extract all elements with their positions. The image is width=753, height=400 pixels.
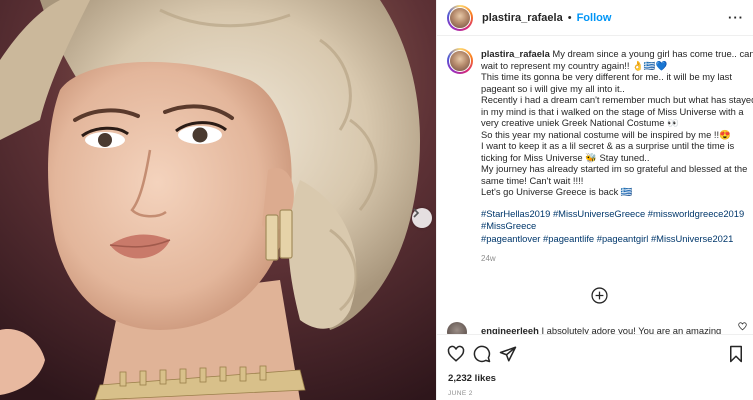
- caption-line: Let's go Universe Greece is back 🇬🇷: [481, 186, 633, 197]
- share-icon[interactable]: [499, 345, 517, 363]
- post-photo: [0, 0, 436, 400]
- hashtag-link[interactable]: #pageantlife: [543, 233, 594, 244]
- caption-line: ticking for Miss Universe 🐝 Stay tuned..: [481, 151, 650, 163]
- comment-body: I absolutely adore you! You are an amazi…: [541, 325, 722, 334]
- caption: plastira_rafaela My dream since a young …: [447, 48, 753, 263]
- separator-dot: •: [567, 11, 572, 24]
- like-count[interactable]: 2,232 likes: [448, 373, 496, 384]
- hashtag-link[interactable]: #MissGreece: [481, 220, 536, 231]
- hashtags: #StarHellas2019 #MissUniverseGreece #mis…: [481, 208, 747, 246]
- post-date: JUNE 2: [448, 390, 473, 397]
- caption-text: plastira_rafaela My dream since a young …: [481, 48, 753, 198]
- avatar-image: [449, 50, 471, 72]
- avatar[interactable]: [447, 4, 473, 31]
- caption-line: pageant so i will give my all into it..: [481, 82, 625, 94]
- caption-line: wait to represent my country again!! 👌🇬🇷…: [481, 59, 668, 71]
- hashtag-link[interactable]: #pageantgirl: [597, 233, 649, 244]
- bookmark-icon[interactable]: [727, 345, 745, 363]
- caption-line: plastira_rafaela My dream since a young …: [481, 48, 753, 59]
- hashtag-link[interactable]: #missworldgreece2019: [648, 208, 744, 219]
- comment-username[interactable]: engineerleeh: [481, 325, 539, 334]
- caption-line: So this year my national costume will be…: [481, 128, 731, 140]
- comment-like-icon[interactable]: [738, 322, 747, 331]
- post-side-panel: plastira_rafaela • Follow ··· plastira_r…: [436, 0, 753, 400]
- plus-circle-icon[interactable]: [591, 287, 608, 304]
- portrait-illustration: [0, 0, 436, 400]
- post-header: plastira_rafaela • Follow ···: [437, 0, 753, 36]
- hashtag-line: #MissGreece: [481, 220, 747, 233]
- caption-username[interactable]: plastira_rafaela: [481, 48, 550, 59]
- hashtag-line: #StarHellas2019 #MissUniverseGreece #mis…: [481, 208, 747, 221]
- hashtag-link[interactable]: #MissUniverse2021: [651, 233, 733, 244]
- comment-text: engineerleeh I absolutely adore you! You…: [481, 325, 721, 334]
- chevron-right-icon: [413, 208, 420, 218]
- actions-bar: 2,232 likes JUNE 2: [437, 334, 753, 400]
- carousel-next-button[interactable]: [412, 208, 432, 228]
- caption-line: in my mind is that i walked on the stage…: [481, 105, 744, 117]
- caption-line: Recently i had a dream can't remember mu…: [481, 94, 753, 105]
- caption-line: This time its gonna be very different fo…: [481, 71, 732, 82]
- commenter-avatar[interactable]: [447, 322, 467, 334]
- header-username[interactable]: plastira_rafaela: [482, 12, 563, 24]
- caption-line: same time! Can't wait !!!!: [481, 174, 584, 186]
- caption-line: I want to keep it as a lil secret & as a…: [481, 140, 735, 151]
- hashtag-line: #pageantlover #pageantlife #pageantgirl …: [481, 233, 747, 246]
- caption-line: My journey has already started im so gra…: [481, 163, 748, 174]
- comment-row: engineerleeh I absolutely adore you! You…: [447, 322, 747, 334]
- caption-avatar[interactable]: [447, 48, 473, 74]
- more-options-icon[interactable]: ···: [728, 10, 744, 25]
- hashtag-link[interactable]: #pageantlover: [481, 233, 540, 244]
- hashtag-link[interactable]: #MissUniverseGreece: [553, 208, 645, 219]
- hashtag-link[interactable]: #StarHellas2019: [481, 208, 550, 219]
- caption-line: very creative uniek Greek National Costu…: [481, 117, 679, 128]
- avatar-image: [449, 6, 471, 29]
- comment-icon[interactable]: [473, 345, 491, 363]
- post-age: 24w: [481, 254, 496, 263]
- heart-icon[interactable]: [447, 345, 465, 363]
- follow-button[interactable]: Follow: [577, 12, 612, 24]
